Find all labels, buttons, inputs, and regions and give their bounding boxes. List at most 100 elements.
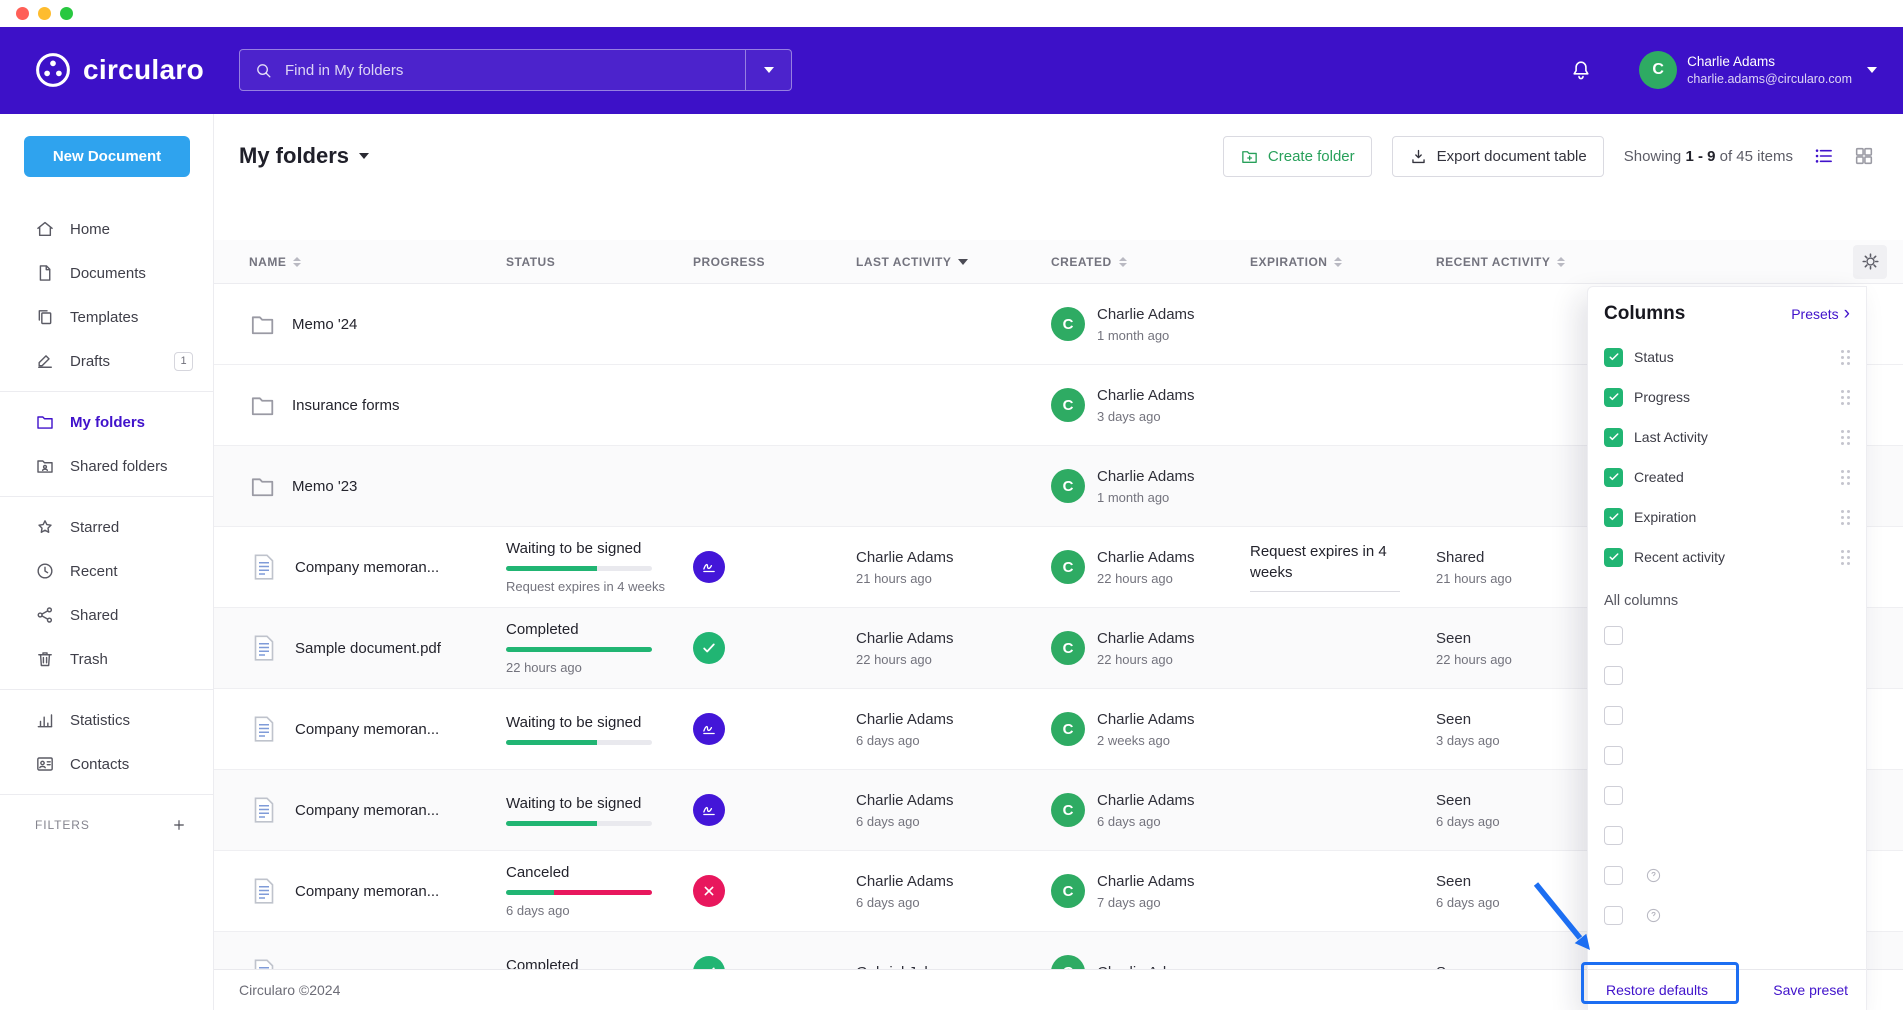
sidebar-item-templates[interactable]: Templates: [0, 295, 213, 339]
checkbox-unchecked-icon[interactable]: [1604, 666, 1623, 685]
progress-bar: [506, 890, 652, 895]
column-header-progress[interactable]: PROGRESS: [693, 255, 856, 269]
sidebar-item-contacts[interactable]: Contacts: [0, 742, 213, 786]
status-cell: Waiting to be signedRequest expires in 4…: [506, 540, 693, 594]
checkbox-unchecked-icon[interactable]: [1604, 626, 1623, 645]
column-header-last-activity[interactable]: LAST ACTIVITY: [856, 255, 1051, 269]
status-label: Waiting to be signed: [506, 795, 693, 812]
search-input[interactable]: [283, 61, 745, 80]
drag-handle-icon[interactable]: [1841, 550, 1850, 565]
progress-cell: [693, 956, 856, 969]
column-toggle-document-validity-relative-time[interactable]: Document validity (Relative time): [1604, 895, 1617, 935]
columns-settings-button[interactable]: [1853, 245, 1887, 279]
name-cell: [249, 957, 506, 969]
checkbox-unchecked-icon[interactable]: [1604, 746, 1623, 765]
restore-defaults-button[interactable]: Restore defaults: [1602, 980, 1712, 1000]
search-scope-dropdown[interactable]: [745, 50, 791, 90]
drag-handle-icon[interactable]: [1841, 390, 1850, 405]
sidebar-nav: HomeDocumentsTemplatesDrafts1My foldersS…: [0, 207, 213, 786]
sign-badge-icon: [693, 794, 725, 826]
chevron-right-icon: ›: [1844, 306, 1850, 321]
notifications-bell-icon[interactable]: [1569, 58, 1593, 82]
create-folder-button[interactable]: Create folder: [1223, 136, 1372, 177]
stats-icon: [35, 710, 55, 730]
sidebar-item-shared-folders[interactable]: Shared folders: [0, 444, 213, 488]
row-name: Insurance forms: [292, 397, 400, 414]
presets-link[interactable]: Presets ›: [1791, 306, 1850, 322]
user-menu[interactable]: C Charlie Adams charlie.adams@circularo.…: [1639, 51, 1877, 89]
app-logo[interactable]: circularo: [34, 51, 204, 89]
window-minimize-button[interactable]: [38, 7, 51, 20]
search-icon: [254, 61, 273, 80]
checkbox-unchecked-icon[interactable]: [1604, 786, 1623, 805]
window-titlebar: [0, 0, 1903, 27]
column-toggle-expiration[interactable]: Expiration: [1604, 497, 1854, 537]
column-toggle-last-activity[interactable]: Last Activity: [1604, 417, 1854, 457]
info-icon[interactable]: [1645, 907, 1662, 924]
name-cell: Company memoran...: [249, 876, 506, 906]
checkbox-unchecked-icon[interactable]: [1604, 866, 1623, 885]
column-toggle-status[interactable]: Status: [1604, 337, 1854, 377]
app-header: circularo C Charlie Adams charlie.adams@…: [0, 27, 1903, 114]
drag-handle-icon[interactable]: [1841, 510, 1850, 525]
sidebar-item-shared[interactable]: Shared: [0, 593, 213, 637]
column-toggle-document-validity-only-date[interactable]: Document validity (Only date): [1604, 855, 1617, 895]
copy-icon: [35, 307, 55, 327]
window-close-button[interactable]: [16, 7, 29, 20]
new-document-button[interactable]: New Document: [24, 136, 190, 177]
drag-handle-icon[interactable]: [1841, 350, 1850, 365]
sidebar-item-documents[interactable]: Documents: [0, 251, 213, 295]
window-zoom-button[interactable]: [60, 7, 73, 20]
checkbox-unchecked-icon[interactable]: [1604, 706, 1623, 725]
create-folder-icon: [1240, 147, 1259, 166]
column-toggle-progress[interactable]: Progress: [1604, 377, 1854, 417]
status-label: Waiting to be signed: [506, 540, 693, 557]
name-cell: Insurance forms: [249, 392, 506, 419]
sidebar-item-starred[interactable]: Starred: [0, 505, 213, 549]
add-filter-icon[interactable]: [171, 817, 187, 833]
sidebar-item-home[interactable]: Home: [0, 207, 213, 251]
checkbox-checked-icon[interactable]: [1604, 428, 1623, 447]
checkbox-checked-icon[interactable]: [1604, 468, 1623, 487]
sidebar-item-recent[interactable]: Recent: [0, 549, 213, 593]
sidebar-item-label: Shared: [70, 607, 118, 624]
sidebar-item-my-folders[interactable]: My folders: [0, 400, 213, 444]
column-toggle-shared-by[interactable]: Shared by: [1604, 775, 1617, 815]
column-toggle-signed[interactable]: Signed: [1604, 695, 1617, 735]
sidebar-item-statistics[interactable]: Statistics: [0, 698, 213, 742]
created-cell: CCharlie Adams22 hours ago: [1051, 549, 1250, 586]
drag-handle-icon[interactable]: [1841, 430, 1850, 445]
export-table-button[interactable]: Export document table: [1392, 136, 1604, 177]
page-title-dropdown[interactable]: My folders: [239, 143, 369, 169]
user-avatar: C: [1639, 51, 1677, 89]
sort-icon: [1119, 257, 1127, 267]
column-toggle-recent-activity[interactable]: Recent activity: [1604, 537, 1854, 577]
progress-cell: [693, 794, 856, 826]
grid-view-button[interactable]: [1853, 145, 1875, 167]
column-header-expiration[interactable]: EXPIRATION: [1250, 255, 1436, 269]
checkbox-checked-icon[interactable]: [1604, 508, 1623, 527]
column-toggle-created[interactable]: Created: [1604, 457, 1854, 497]
drag-handle-icon[interactable]: [1841, 470, 1850, 485]
info-icon[interactable]: [1645, 867, 1662, 884]
list-view-button[interactable]: [1813, 145, 1835, 167]
column-toggle-assigned-by[interactable]: Assigned by: [1604, 655, 1617, 695]
column-toggle-shared-by[interactable]: Shared by: [1604, 815, 1617, 855]
sidebar-item-label: Drafts: [70, 353, 110, 370]
checkbox-unchecked-icon[interactable]: [1604, 906, 1623, 925]
sidebar-item-trash[interactable]: Trash: [0, 637, 213, 681]
checkbox-checked-icon[interactable]: [1604, 388, 1623, 407]
checkbox-checked-icon[interactable]: [1604, 548, 1623, 567]
column-header-status[interactable]: STATUS: [506, 255, 693, 269]
checkbox-checked-icon[interactable]: [1604, 348, 1623, 367]
filters-section[interactable]: FILTERS: [0, 803, 213, 847]
column-toggle-shared-with[interactable]: Shared with: [1604, 735, 1617, 775]
checkbox-unchecked-icon[interactable]: [1604, 826, 1623, 845]
save-preset-button[interactable]: Save preset: [1769, 980, 1852, 1000]
column-header-recent-activity[interactable]: RECENT ACTIVITY: [1436, 255, 1831, 269]
sidebar-item-drafts[interactable]: Drafts1: [0, 339, 213, 383]
column-toggle-template[interactable]: Template: [1604, 615, 1617, 655]
items-count: Showing 1 - 9 of 45 items: [1624, 148, 1793, 165]
column-header-name[interactable]: NAME: [249, 255, 506, 269]
column-header-created[interactable]: CREATED: [1051, 255, 1250, 269]
